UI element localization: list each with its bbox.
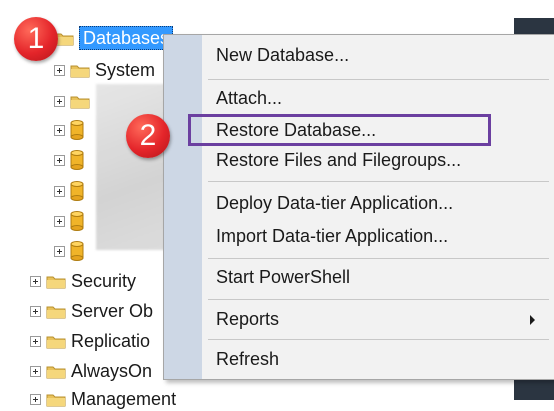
tree-node-label: Management <box>71 389 177 409</box>
tree-node-label: Server Ob <box>71 301 154 321</box>
expand-icon[interactable] <box>30 335 41 347</box>
submenu-arrow-icon <box>530 315 535 325</box>
database-icon <box>70 241 84 261</box>
expand-icon[interactable] <box>54 245 65 257</box>
menu-item-deploy-data-tier[interactable]: Deploy Data-tier Application... <box>216 188 453 218</box>
database-icon <box>70 211 84 231</box>
menu-item-reports[interactable]: Reports <box>216 304 549 334</box>
tree-node-replication[interactable]: Replicatio <box>30 329 150 353</box>
tree-node-label: AlwaysOn <box>71 361 153 381</box>
menu-item-reports-label: Reports <box>216 308 280 329</box>
menu-item-import-data-tier[interactable]: Import Data-tier Application... <box>216 221 448 251</box>
folder-icon <box>46 306 66 318</box>
expand-icon[interactable] <box>30 275 41 287</box>
expand-icon[interactable] <box>54 95 65 107</box>
step-badge-1-number: 1 <box>27 22 45 55</box>
tree-node-database[interactable] <box>54 209 89 233</box>
tree-node-database[interactable] <box>54 179 89 203</box>
menu-icon-gutter <box>164 35 202 379</box>
menu-item-restore-files-filegroups[interactable]: Restore Files and Filegroups... <box>216 145 461 175</box>
menu-item-start-powershell[interactable]: Start PowerShell <box>216 262 350 292</box>
expand-icon[interactable] <box>54 154 65 166</box>
tree-node-databases-label[interactable]: Databases <box>79 26 174 50</box>
menu-item-restore-database[interactable]: Restore Database... <box>216 115 376 145</box>
menu-item-new-database[interactable]: New Database... <box>216 40 349 70</box>
expand-icon[interactable] <box>30 305 41 317</box>
database-icon <box>70 181 84 201</box>
menu-separator <box>208 299 549 300</box>
folder-icon <box>46 394 66 406</box>
tree-node-server-objects[interactable]: Server Ob <box>30 299 153 323</box>
step-badge-1: 1 <box>14 17 58 61</box>
tree-node-database[interactable] <box>54 148 89 172</box>
folder-icon <box>70 96 90 108</box>
menu-separator <box>208 258 549 259</box>
tree-node-database[interactable] <box>54 118 89 142</box>
folder-icon <box>70 65 90 77</box>
expand-icon[interactable] <box>54 215 65 227</box>
tree-node-label: Replicatio <box>71 331 151 351</box>
tree-node-management[interactable]: Management <box>30 387 176 411</box>
expand-icon[interactable] <box>54 185 65 197</box>
step-badge-2: 2 <box>126 114 170 158</box>
tree-node-alwayson[interactable]: AlwaysOn <box>30 359 152 383</box>
tree-node-databases[interactable]: Databases <box>54 26 174 50</box>
tree-node-system[interactable]: System <box>54 58 155 82</box>
folder-icon <box>46 336 66 348</box>
tree-node-folder[interactable] <box>54 89 95 113</box>
menu-item-refresh[interactable]: Refresh <box>216 344 279 374</box>
database-icon <box>70 120 84 140</box>
expand-icon[interactable] <box>54 64 65 76</box>
tree-node-label: System <box>95 60 156 80</box>
expand-icon[interactable] <box>30 365 41 377</box>
folder-icon <box>46 276 66 288</box>
folder-icon <box>46 366 66 378</box>
step-badge-2-number: 2 <box>139 119 157 152</box>
context-menu: New Database... Attach... Restore Databa… <box>163 34 554 380</box>
tree-node-security[interactable]: Security <box>30 269 136 293</box>
menu-item-attach[interactable]: Attach... <box>216 83 282 113</box>
expand-icon[interactable] <box>54 124 65 136</box>
expand-icon[interactable] <box>30 393 41 405</box>
database-icon <box>70 150 84 170</box>
tree-node-label: Security <box>71 271 137 291</box>
menu-separator <box>208 339 549 340</box>
menu-separator <box>208 79 549 80</box>
menu-separator <box>208 181 549 182</box>
tree-node-database[interactable] <box>54 239 89 263</box>
